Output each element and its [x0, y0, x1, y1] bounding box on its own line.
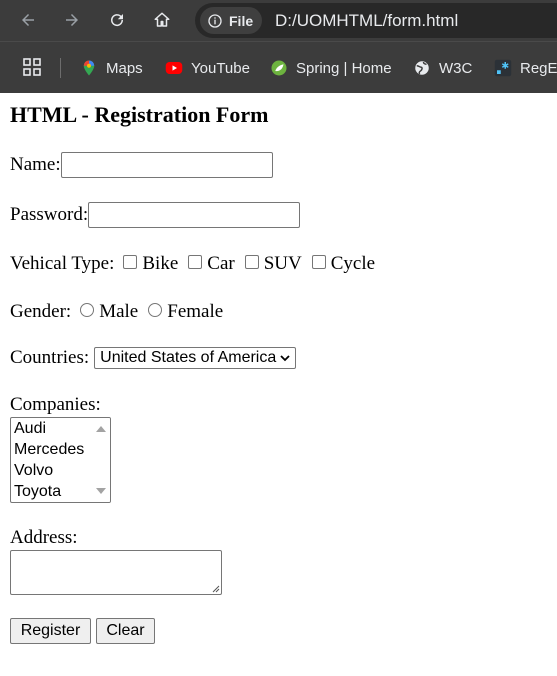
forward-arrow-icon	[66, 14, 78, 26]
browser-toolbar: File D:/UOMHTML/form.html	[0, 0, 557, 41]
name-label: Name:	[10, 154, 61, 175]
gender-row: Gender: Male Female	[10, 301, 233, 323]
gender-option-male[interactable]: Male	[80, 301, 138, 323]
bike-checkbox[interactable]	[123, 255, 138, 269]
home-button[interactable]	[148, 6, 176, 34]
bookmark-regex[interactable]: RegEx	[494, 57, 557, 79]
country-selected-value: United States of America	[100, 349, 277, 366]
companies-label-row: Companies:	[10, 394, 101, 416]
bookmark-youtube[interactable]: YouTube	[165, 57, 250, 79]
bookmark-label: Maps	[106, 59, 143, 77]
name-row: Name:	[10, 152, 273, 178]
option-label: SUV	[263, 253, 302, 274]
maps-icon	[83, 60, 95, 76]
password-input[interactable]	[88, 202, 301, 228]
resize-handle-icon[interactable]	[211, 584, 220, 593]
vehicle-option-suv[interactable]: SUV	[244, 253, 302, 275]
back-button[interactable]	[14, 6, 42, 34]
youtube-icon	[165, 62, 183, 74]
scroll-down-arrow-icon[interactable]	[96, 488, 106, 494]
name-input[interactable]	[60, 152, 273, 178]
chevron-down-icon	[280, 355, 290, 362]
password-label: Password:	[10, 204, 89, 225]
info-icon	[208, 13, 222, 28]
gender-label: Gender:	[10, 301, 72, 322]
reload-icon	[111, 14, 124, 27]
bookmark-label: RegEx	[520, 59, 557, 77]
chip-label: File	[229, 12, 254, 29]
apps-grid-icon[interactable]	[23, 58, 41, 76]
home-icon	[154, 12, 170, 27]
countries-row: Countries: United States of America	[10, 347, 297, 369]
option-label: Female	[167, 301, 224, 322]
bookmark-label: Spring | Home	[296, 59, 392, 77]
male-radio[interactable]	[80, 303, 95, 317]
vehicle-label: Vehical Type:	[10, 253, 115, 274]
vehicle-option-cycle[interactable]: Cycle	[311, 253, 376, 275]
suv-checkbox[interactable]	[244, 255, 259, 269]
companies-listbox[interactable]: Audi Mercedes Volvo Toyota	[10, 417, 111, 503]
password-row: Password:	[10, 202, 301, 228]
site-info-chip[interactable]: File	[200, 7, 263, 34]
bookmark-w3c[interactable]: W3C	[413, 57, 472, 79]
page-content: HTML - Registration Form Name: Password:…	[0, 92, 557, 676]
listbox-scrollbar[interactable]	[92, 418, 110, 502]
address-textarea[interactable]	[10, 550, 222, 595]
back-arrow-icon	[22, 14, 34, 26]
cycle-checkbox[interactable]	[311, 255, 326, 269]
option-label: Male	[99, 301, 139, 322]
spring-icon	[271, 60, 287, 76]
address-label-row: Address:	[10, 527, 78, 549]
page-title: HTML - Registration Form	[10, 102, 269, 127]
option-label: Cycle	[330, 253, 376, 274]
bookmarks-bar: Maps YouTube Spring | Home W3C RegEx	[0, 41, 557, 93]
address-label: Address:	[10, 527, 78, 548]
globe-icon	[415, 61, 429, 75]
register-button[interactable]: Register	[10, 618, 91, 644]
gender-option-female[interactable]: Female	[148, 301, 223, 323]
regex-icon	[494, 59, 512, 77]
countries-label: Countries:	[10, 347, 90, 368]
bookmark-label: W3C	[439, 59, 473, 77]
option-label: Car	[207, 253, 235, 274]
bookmark-maps[interactable]: Maps	[80, 57, 143, 79]
bookmark-spring[interactable]: Spring | Home	[270, 57, 392, 79]
companies-label: Companies:	[10, 394, 101, 415]
car-checkbox[interactable]	[188, 255, 203, 269]
option-label: Bike	[142, 253, 179, 274]
bookmark-label: YouTube	[191, 59, 250, 77]
forward-button[interactable]	[58, 6, 86, 34]
country-select[interactable]: United States of America	[94, 347, 297, 369]
vehicle-option-car[interactable]: Car	[188, 253, 235, 275]
vehicle-option-bike[interactable]: Bike	[123, 253, 178, 275]
bookmarks-separator	[60, 58, 61, 78]
vehicle-row: Vehical Type: Bike Car SUV Cycle	[10, 253, 385, 275]
address-bar[interactable]: File D:/UOMHTML/form.html	[195, 3, 557, 38]
scroll-up-arrow-icon[interactable]	[96, 426, 106, 432]
female-radio[interactable]	[148, 303, 163, 317]
url-text: D:/UOMHTML/form.html	[275, 11, 459, 30]
reload-button[interactable]	[103, 6, 131, 34]
clear-button[interactable]: Clear	[96, 618, 155, 644]
